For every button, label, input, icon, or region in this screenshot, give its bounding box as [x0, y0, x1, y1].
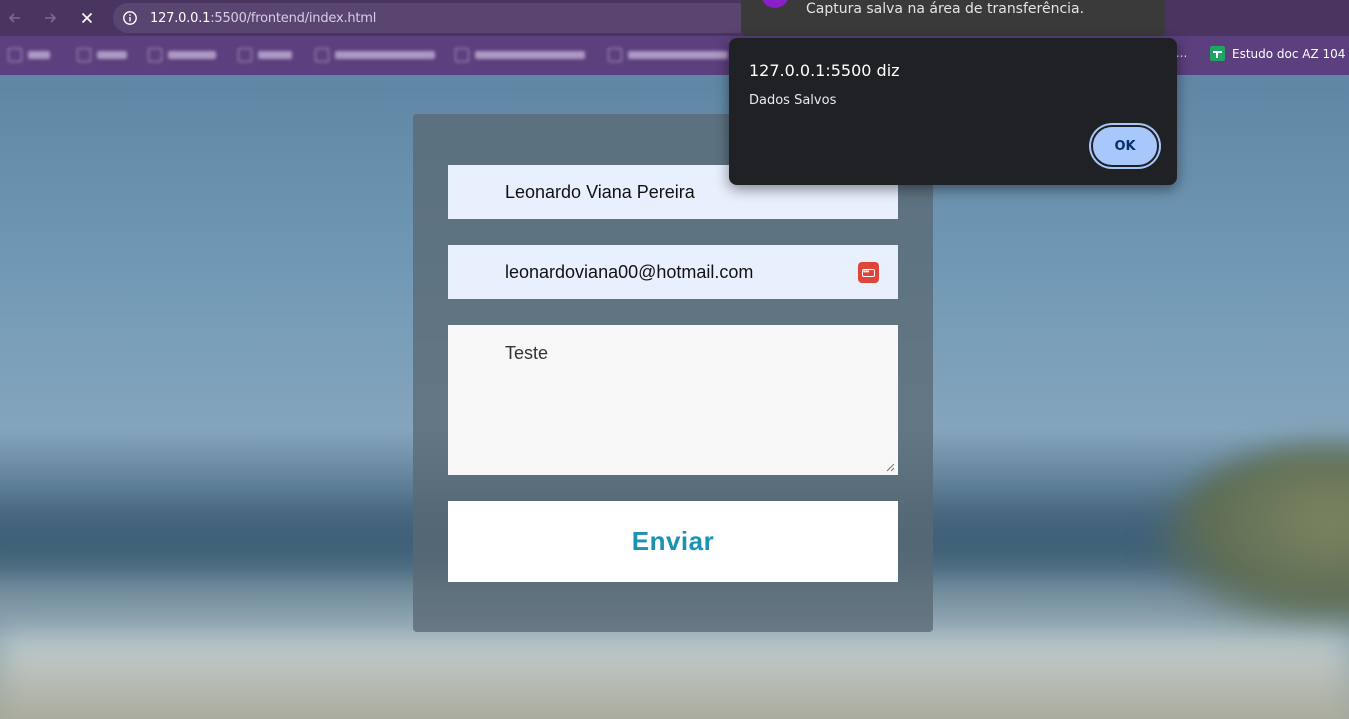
- stop-loading-icon: [81, 12, 93, 24]
- alert-dialog: 127.0.0.1:5500 diz Dados Salvos OK: [729, 38, 1177, 185]
- submit-button[interactable]: Enviar: [448, 501, 898, 582]
- back-arrow-icon: [8, 13, 20, 23]
- app-logo-icon: [761, 0, 789, 8]
- email-input-value: leonardoviana00@hotmail.com: [505, 262, 754, 282]
- submit-button-label: Enviar: [631, 526, 715, 556]
- url-path: :5500/frontend/index.html: [210, 11, 377, 26]
- email-input[interactable]: leonardoviana00@hotmail.com: [448, 245, 898, 299]
- back-button[interactable]: [3, 6, 27, 30]
- toast-message: Captura salva na área de transferência.: [806, 1, 1085, 17]
- forward-button[interactable]: [38, 6, 62, 30]
- clipboard-toast: Captura salva na área de transferência.: [741, 0, 1165, 36]
- dialog-title: 127.0.0.1:5500 diz: [749, 61, 900, 80]
- bookmark-blurred[interactable]: [148, 47, 216, 63]
- background-hill: [1150, 445, 1349, 635]
- address-url: 127.0.0.1:5500/frontend/index.html: [150, 11, 376, 26]
- bookmark-estudo-az104[interactable]: Estudo doc AZ 104: [1210, 46, 1345, 61]
- textarea-resize-icon[interactable]: [886, 463, 895, 472]
- bookmark-blurred[interactable]: [608, 47, 728, 63]
- bookmark-blurred[interactable]: [315, 47, 435, 63]
- url-host: 127.0.0.1: [150, 11, 211, 26]
- stop-button[interactable]: [75, 6, 99, 30]
- bookmark-blurred[interactable]: [455, 47, 585, 63]
- address-bar[interactable]: 127.0.0.1:5500/frontend/index.html: [113, 3, 753, 33]
- password-manager-icon[interactable]: [858, 262, 879, 283]
- ok-button-label: OK: [1114, 138, 1136, 154]
- site-info-icon[interactable]: [122, 10, 138, 26]
- contact-form: Leonardo Viana Pereira leonardoviana00@h…: [413, 114, 933, 632]
- background-shore: [0, 635, 1349, 719]
- dialog-message: Dados Salvos: [749, 93, 837, 108]
- ok-button[interactable]: OK: [1091, 125, 1159, 167]
- name-input-value: Leonardo Viana Pereira: [505, 182, 695, 202]
- bookmark-blurred[interactable]: [77, 47, 127, 63]
- forward-arrow-icon: [45, 13, 57, 23]
- bookmark-blurred[interactable]: [8, 47, 50, 63]
- sheets-bookmark-icon: [1210, 46, 1225, 61]
- bookmark-label: Estudo doc AZ 104: [1232, 46, 1346, 61]
- message-textarea-value: Teste: [505, 343, 549, 363]
- message-textarea[interactable]: Teste: [448, 325, 898, 475]
- bookmark-blurred[interactable]: [238, 47, 292, 63]
